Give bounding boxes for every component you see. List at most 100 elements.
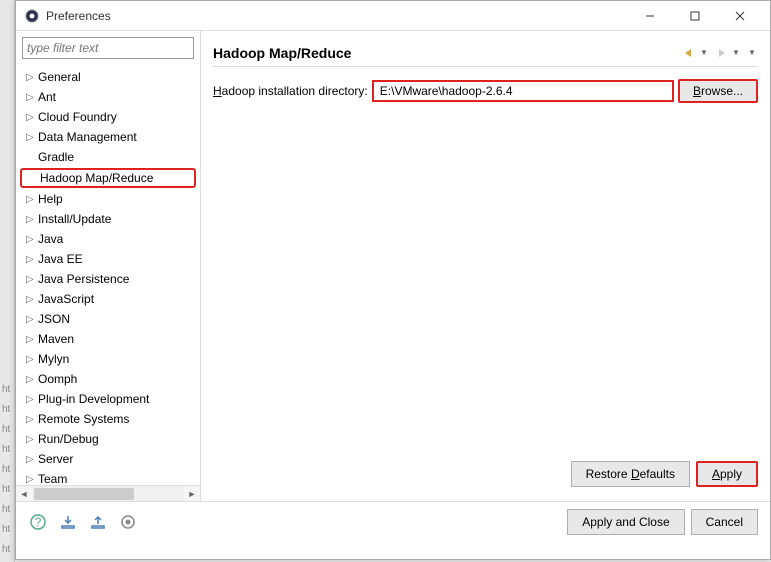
expand-icon[interactable]: ▷: [26, 314, 38, 325]
expand-icon[interactable]: ▷: [26, 354, 38, 365]
tree-item[interactable]: ▷Install/Update: [20, 209, 200, 229]
tree-item[interactable]: ▷Java Persistence: [20, 269, 200, 289]
apply-button[interactable]: Apply: [696, 461, 758, 487]
scroll-thumb[interactable]: [34, 488, 134, 500]
oomph-icon[interactable]: [118, 512, 138, 532]
tree-item[interactable]: Hadoop Map/Reduce: [20, 168, 196, 188]
tree-item[interactable]: ▷Java EE: [20, 249, 200, 269]
tree-item-label: General: [38, 70, 81, 84]
menu-dropdown-icon[interactable]: ▼: [748, 48, 758, 57]
main-panel: Hadoop Map/Reduce ▼ ▼ ▼ Hadoop installat…: [201, 31, 770, 501]
expand-icon[interactable]: ▷: [26, 414, 38, 425]
horizontal-scrollbar[interactable]: ◄ ►: [16, 485, 200, 501]
expand-icon[interactable]: ▷: [26, 132, 38, 143]
install-dir-row: Hadoop installation directory: Browse...: [213, 79, 758, 103]
page-buttons: Restore Defaults Apply: [213, 454, 758, 493]
cancel-button[interactable]: Cancel: [691, 509, 758, 535]
footer-buttons: Apply and Close Cancel: [567, 509, 758, 535]
tree-item[interactable]: ▷Mylyn: [20, 349, 200, 369]
tree-item[interactable]: ▷Help: [20, 189, 200, 209]
filter-input[interactable]: [22, 37, 194, 59]
tree-item-label: Java EE: [38, 252, 83, 266]
minimize-button[interactable]: [627, 2, 672, 30]
expand-icon[interactable]: ▷: [26, 454, 38, 465]
tree-item-label: Java: [38, 232, 63, 246]
expand-icon[interactable]: ▷: [26, 274, 38, 285]
preferences-sidebar: ▷General▷Ant▷Cloud Foundry▷Data Manageme…: [16, 31, 201, 501]
tree-item[interactable]: ▷Remote Systems: [20, 409, 200, 429]
expand-icon[interactable]: ▷: [26, 112, 38, 123]
preferences-tree[interactable]: ▷General▷Ant▷Cloud Foundry▷Data Manageme…: [16, 65, 200, 485]
spacer: [213, 103, 758, 454]
main-header: Hadoop Map/Reduce ▼ ▼ ▼: [213, 39, 758, 67]
dialog-content: ▷General▷Ant▷Cloud Foundry▷Data Manageme…: [16, 31, 770, 501]
tree-item[interactable]: ▷Oomph: [20, 369, 200, 389]
scroll-track[interactable]: [32, 486, 184, 501]
install-dir-label: Hadoop installation directory:: [213, 84, 368, 98]
forward-dropdown-icon[interactable]: ▼: [732, 48, 742, 57]
tree-item-label: Maven: [38, 332, 74, 346]
help-icon[interactable]: ?: [28, 512, 48, 532]
expand-icon[interactable]: ▷: [26, 474, 38, 485]
dialog-footer: ? Apply and Close Cancel: [16, 501, 770, 541]
tree-item[interactable]: ▷Ant: [20, 87, 200, 107]
close-button[interactable]: [717, 2, 762, 30]
footer-icons: ?: [28, 512, 567, 532]
expand-icon[interactable]: ▷: [26, 92, 38, 103]
install-dir-input[interactable]: [372, 80, 674, 102]
tree-item[interactable]: ▷Plug-in Development: [20, 389, 200, 409]
svg-text:?: ?: [35, 515, 42, 529]
tree-item[interactable]: ▷Team: [20, 469, 200, 485]
scroll-right-arrow[interactable]: ►: [184, 486, 200, 501]
tree-item-label: Data Management: [38, 130, 137, 144]
tree-item[interactable]: ▷Cloud Foundry: [20, 107, 200, 127]
tree-item[interactable]: Gradle: [20, 147, 200, 167]
history-nav: ▼ ▼ ▼: [680, 44, 758, 62]
titlebar: Preferences: [16, 1, 770, 31]
app-icon: [24, 8, 40, 24]
expand-icon[interactable]: ▷: [26, 234, 38, 245]
expand-icon[interactable]: ▷: [26, 434, 38, 445]
import-icon[interactable]: [58, 512, 78, 532]
expand-icon[interactable]: ▷: [26, 194, 38, 205]
gutter-marks: hththththththththt: [0, 380, 14, 560]
export-icon[interactable]: [88, 512, 108, 532]
tree-item-label: Team: [38, 472, 67, 485]
expand-icon[interactable]: ▷: [26, 374, 38, 385]
maximize-button[interactable]: [672, 2, 717, 30]
editor-gutter: hththththththththt: [0, 0, 15, 562]
tree-item-label: Gradle: [38, 150, 74, 164]
tree-item[interactable]: ▷Run/Debug: [20, 429, 200, 449]
tree-item-label: Help: [38, 192, 63, 206]
forward-icon[interactable]: [712, 44, 730, 62]
tree-item-label: Run/Debug: [38, 432, 99, 446]
expand-icon[interactable]: ▷: [26, 394, 38, 405]
tree-item[interactable]: ▷JavaScript: [20, 289, 200, 309]
browse-button[interactable]: Browse...: [678, 79, 758, 103]
tree-item[interactable]: ▷JSON: [20, 309, 200, 329]
expand-icon[interactable]: ▷: [26, 72, 38, 83]
tree-item[interactable]: ▷General: [20, 67, 200, 87]
scroll-left-arrow[interactable]: ◄: [16, 486, 32, 501]
tree-item-label: Java Persistence: [38, 272, 129, 286]
tree-item-label: Plug-in Development: [38, 392, 149, 406]
tree-item[interactable]: ▷Data Management: [20, 127, 200, 147]
back-icon[interactable]: [680, 44, 698, 62]
restore-defaults-button[interactable]: Restore Defaults: [571, 461, 690, 487]
expand-icon[interactable]: ▷: [26, 294, 38, 305]
tree-item-label: Hadoop Map/Reduce: [40, 171, 153, 185]
tree-item[interactable]: ▷Server: [20, 449, 200, 469]
tree-item[interactable]: ▷Maven: [20, 329, 200, 349]
tree-item-label: JSON: [38, 312, 70, 326]
page-heading: Hadoop Map/Reduce: [213, 45, 680, 61]
tree-item-label: Cloud Foundry: [38, 110, 117, 124]
tree-item-label: Server: [38, 452, 73, 466]
tree-item[interactable]: ▷Java: [20, 229, 200, 249]
expand-icon[interactable]: ▷: [26, 214, 38, 225]
expand-icon[interactable]: ▷: [26, 334, 38, 345]
expand-icon[interactable]: ▷: [26, 254, 38, 265]
preferences-dialog: Preferences ▷General▷Ant▷Cloud Foundry▷D…: [15, 0, 771, 560]
apply-and-close-button[interactable]: Apply and Close: [567, 509, 684, 535]
tree-item-label: Install/Update: [38, 212, 111, 226]
back-dropdown-icon[interactable]: ▼: [700, 48, 710, 57]
